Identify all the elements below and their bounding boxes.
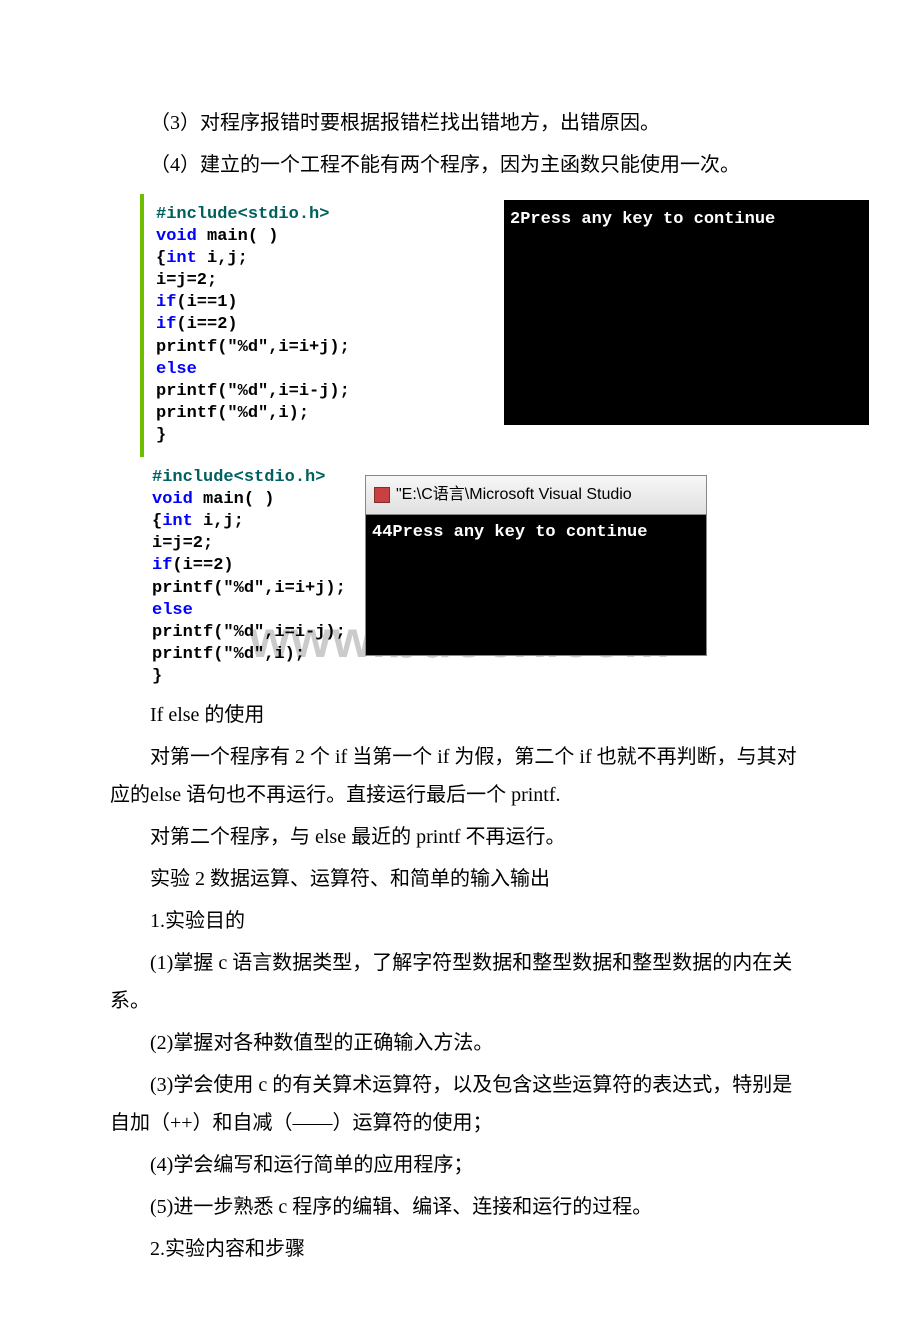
code-token: void xyxy=(156,227,197,246)
code-token: #include xyxy=(152,468,234,487)
code-token: i,j; xyxy=(197,249,248,268)
code-screenshot-2: #include<stdio.h> void main( ) {int i,j;… xyxy=(140,467,700,688)
paragraph: 2.实验内容和步骤 xyxy=(110,1230,810,1268)
code-token: } xyxy=(156,426,166,445)
code-token: if xyxy=(156,293,176,312)
code-token: printf("%d",i); xyxy=(152,645,305,664)
code-token: (i==2) xyxy=(172,556,233,575)
paragraph: （3）对程序报错时要根据报错栏找出错地方，出错原因。 xyxy=(110,104,810,142)
console-output-1: 2Press any key to continue xyxy=(504,200,869,425)
code-screenshot-1: #include<stdio.h> void main( ) {int i,j;… xyxy=(140,194,724,457)
app-icon xyxy=(374,487,390,503)
paragraph: (1)掌握 c 语言数据类型，了解字符型数据和整型数据和整型数据的内在关系。 xyxy=(110,944,810,1020)
code-token: { xyxy=(152,512,162,531)
console-window-2: "E:\C语言\Microsoft Visual Studio 44Press … xyxy=(365,475,707,656)
code-token: main( ) xyxy=(197,227,279,246)
code-token: #include xyxy=(156,205,238,224)
code-token: if xyxy=(156,315,176,334)
code-token: } xyxy=(152,667,162,686)
paragraph: 1.实验目的 xyxy=(110,902,810,940)
code-token: void xyxy=(152,490,193,509)
paragraph: 对第一个程序有 2 个 if 当第一个 if 为假，第二个 if 也就不再判断，… xyxy=(110,738,810,814)
code-token: printf("%d",i=i+j); xyxy=(152,579,346,598)
code-token: { xyxy=(156,249,166,268)
paragraph: (2)掌握对各种数值型的正确输入方法。 xyxy=(110,1024,810,1062)
paragraph: （4）建立的一个工程不能有两个程序，因为主函数只能使用一次。 xyxy=(110,146,810,184)
console-output-2: 44Press any key to continue xyxy=(366,515,706,655)
code-token: else xyxy=(152,601,193,620)
code-token: if xyxy=(152,556,172,575)
paragraph: 对第二个程序，与 else 最近的 printf 不再运行。 xyxy=(110,818,810,856)
code-token: (i==2) xyxy=(176,315,237,334)
text: 对第一个程序有 2 个 if 当第一个 if 为假，第二个 if 也就不再判断，… xyxy=(110,746,797,806)
console-title-text: "E:\C语言\Microsoft Visual Studio xyxy=(396,480,632,510)
code-token: i=j=2; xyxy=(152,534,213,553)
code-token: printf("%d",i=i+j); xyxy=(156,338,350,357)
code-token: i,j; xyxy=(193,512,244,531)
code-token: <stdio.h> xyxy=(234,468,326,487)
paragraph: 实验 2 数据运算、运算符、和简单的输入输出 xyxy=(110,860,810,898)
code-token: <stdio.h> xyxy=(238,205,330,224)
code-token: printf("%d",i=i-j); xyxy=(156,382,350,401)
paragraph: If else 的使用 xyxy=(110,696,810,734)
code-token: main( ) xyxy=(193,490,275,509)
paragraph: (4)学会编写和运行简单的应用程序； xyxy=(110,1146,810,1184)
console-titlebar: "E:\C语言\Microsoft Visual Studio xyxy=(366,476,706,515)
code-token: printf("%d",i); xyxy=(156,404,309,423)
paragraph: (5)进一步熟悉 c 程序的编辑、编译、连接和运行的过程。 xyxy=(110,1188,810,1226)
code-token: else xyxy=(156,360,197,379)
code-token: (i==1) xyxy=(176,293,237,312)
paragraph: (3)学会使用 c 的有关算术运算符，以及包含这些运算符的表达式，特别是自加（+… xyxy=(110,1066,810,1142)
code-token: int xyxy=(162,512,193,531)
code-token: int xyxy=(166,249,197,268)
document-page: （3）对程序报错时要根据报错栏找出错地方，出错原因。 （4）建立的一个工程不能有… xyxy=(0,0,920,1332)
text: (3)学会使用 c 的有关算术运算符，以及包含这些运算符的表达式，特别是自加（+… xyxy=(110,1074,792,1134)
code-token: printf("%d",i=i-j); xyxy=(152,623,346,642)
code-token: i=j=2; xyxy=(156,271,217,290)
